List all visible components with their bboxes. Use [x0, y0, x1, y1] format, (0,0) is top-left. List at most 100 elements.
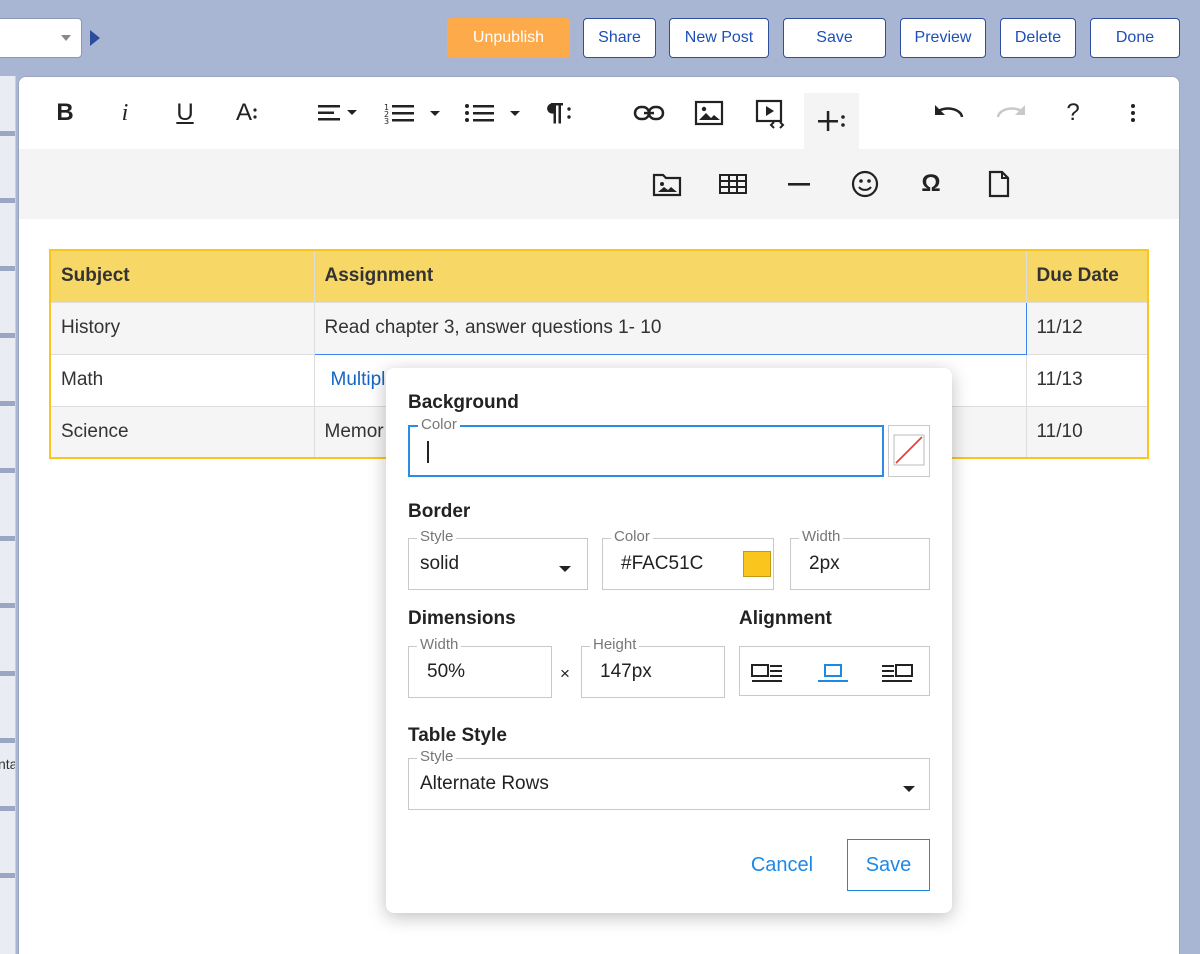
- field-label: Style: [417, 529, 457, 545]
- undo-icon[interactable]: [931, 95, 967, 131]
- share-button[interactable]: Share: [583, 18, 656, 58]
- alignment-group: [739, 646, 930, 696]
- background-color-swatch[interactable]: [888, 425, 930, 477]
- divider: [0, 198, 15, 203]
- field-label: Width: [799, 529, 844, 545]
- background-section-title: Background: [408, 392, 519, 413]
- bold-icon[interactable]: B: [47, 95, 83, 131]
- field-value: Alternate Rows: [420, 773, 549, 794]
- delete-button[interactable]: Delete: [1000, 18, 1076, 58]
- border-color-input[interactable]: Color #FAC51C: [602, 529, 774, 590]
- field-value: 2px: [809, 553, 840, 574]
- border-section-title: Border: [408, 501, 471, 522]
- link-icon[interactable]: [629, 95, 669, 131]
- divider: [0, 671, 15, 676]
- dimensions-section-title: Dimensions: [408, 608, 516, 629]
- table-properties-popup: Background Color Border Style solid Colo…: [386, 368, 952, 913]
- field-label: Height: [590, 637, 640, 653]
- divider: [0, 131, 15, 136]
- secondary-toolbar: Ω: [19, 149, 1179, 219]
- field-label: Color: [611, 529, 653, 545]
- video-icon[interactable]: [751, 95, 791, 135]
- column-header[interactable]: Due Date: [1025, 249, 1149, 303]
- chevron-down-icon: [61, 35, 71, 41]
- align-center-icon[interactable]: [816, 657, 852, 685]
- divider: [0, 266, 15, 271]
- done-button[interactable]: Done: [1090, 18, 1180, 58]
- help-icon[interactable]: ?: [1055, 95, 1091, 131]
- table-cell[interactable]: 11/10: [1025, 405, 1149, 459]
- divider: [0, 873, 15, 878]
- table-style-section-title: Table Style: [408, 725, 507, 746]
- emoticon-icon[interactable]: [847, 166, 883, 202]
- divider: [0, 333, 15, 338]
- chevron-down-icon: [903, 786, 915, 792]
- table-cell-selected[interactable]: Read chapter 3, answer questions 1- 10: [313, 301, 1027, 355]
- table-cell[interactable]: 11/13: [1025, 353, 1149, 407]
- new-post-button[interactable]: New Post: [669, 18, 769, 58]
- chevron-down-icon: [559, 566, 571, 572]
- unpublish-button[interactable]: Unpublish: [447, 18, 570, 58]
- border-style-select[interactable]: Style solid: [408, 529, 588, 590]
- table-icon[interactable]: [715, 166, 751, 202]
- column-header[interactable]: Subject: [49, 249, 315, 303]
- file-icon[interactable]: [981, 166, 1017, 202]
- redo-icon[interactable]: [993, 95, 1029, 131]
- table-cell[interactable]: Science: [49, 405, 315, 459]
- align-left-icon[interactable]: [750, 657, 786, 685]
- table-cell[interactable]: Math: [49, 353, 315, 407]
- divider: [0, 401, 15, 406]
- divider: [0, 806, 15, 811]
- align-icon[interactable]: [313, 95, 363, 131]
- text-cursor: [427, 441, 429, 463]
- popup-save-button[interactable]: Save: [847, 839, 930, 891]
- border-width-input[interactable]: Width 2px: [790, 529, 930, 590]
- expand-arrow-icon[interactable]: [90, 30, 100, 46]
- unordered-list-icon[interactable]: [461, 95, 523, 131]
- border-color-swatch[interactable]: [743, 551, 771, 577]
- top-bar: Unpublish Share New Post Save Preview De…: [0, 0, 1200, 76]
- more-options-icon[interactable]: [1115, 95, 1151, 131]
- dimension-separator: ×: [560, 664, 570, 683]
- left-sidebar-edge: nta: [0, 76, 16, 954]
- ordered-list-icon[interactable]: 123: [381, 95, 443, 131]
- post-select-dropdown[interactable]: [0, 18, 82, 58]
- table-width-input[interactable]: Width 50%: [408, 637, 552, 698]
- table-cell[interactable]: History: [49, 301, 315, 355]
- field-value: solid: [420, 553, 460, 574]
- cell-link[interactable]: Multipl: [325, 369, 386, 390]
- divider: [0, 536, 15, 541]
- field-label: Width: [417, 637, 462, 653]
- special-characters-icon[interactable]: Ω: [913, 166, 949, 202]
- svg-text:3: 3: [384, 117, 389, 126]
- field-value: 50%: [427, 661, 466, 682]
- italic-icon[interactable]: i: [107, 95, 143, 131]
- image-icon[interactable]: [691, 95, 727, 131]
- more-insert-icon[interactable]: [804, 93, 859, 149]
- primary-toolbar: B i U A 123 ?: [19, 77, 1179, 149]
- underline-icon[interactable]: U: [167, 95, 203, 131]
- alignment-section-title: Alignment: [739, 608, 832, 629]
- preview-button[interactable]: Preview: [900, 18, 986, 58]
- table-style-select[interactable]: Style Alternate Rows: [408, 749, 930, 810]
- field-value: 147px: [600, 661, 652, 682]
- field-value: #FAC51C: [621, 553, 704, 574]
- file-image-icon[interactable]: [649, 166, 685, 202]
- no-color-icon: [893, 434, 925, 466]
- table-height-input[interactable]: Height 147px: [581, 637, 725, 698]
- sidebar-text-stub: nta: [0, 756, 15, 772]
- column-header[interactable]: Assignment: [313, 249, 1027, 303]
- divider: [0, 468, 15, 473]
- cancel-button[interactable]: Cancel: [742, 840, 822, 890]
- background-color-input[interactable]: Color: [408, 417, 884, 477]
- align-right-icon[interactable]: [880, 657, 916, 685]
- font-size-icon[interactable]: A: [227, 95, 267, 131]
- field-label: Style: [417, 749, 457, 765]
- table-header-row: Subject Assignment Due Date: [49, 249, 1149, 303]
- table-cell[interactable]: 11/12: [1025, 301, 1149, 355]
- paragraph-format-icon[interactable]: [539, 95, 579, 131]
- table-row: History Read chapter 3, answer questions…: [49, 301, 1149, 355]
- horizontal-line-icon[interactable]: [781, 166, 817, 202]
- divider: [0, 603, 15, 608]
- save-button[interactable]: Save: [783, 18, 886, 58]
